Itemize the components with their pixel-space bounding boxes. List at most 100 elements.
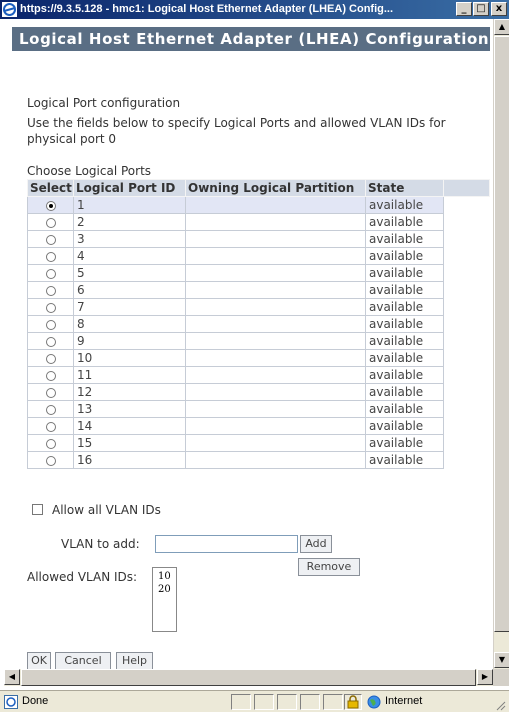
logical-port-id-cell: 8 <box>73 315 186 333</box>
vertical-scroll-thumb[interactable] <box>494 36 509 632</box>
resize-grip-icon[interactable] <box>494 699 506 711</box>
add-button[interactable]: Add <box>300 535 332 553</box>
table-row[interactable]: 7 available <box>27 298 490 316</box>
logical-port-id-cell: 2 <box>73 213 186 231</box>
owning-partition-cell <box>185 451 366 469</box>
select-radio[interactable] <box>45 421 56 432</box>
column-header-select: Select <box>27 179 74 197</box>
select-radio[interactable] <box>45 285 56 296</box>
table-row[interactable]: 13 available <box>27 400 490 418</box>
select-radio[interactable] <box>45 268 56 279</box>
owning-partition-cell <box>185 383 366 401</box>
select-radio[interactable] <box>45 404 56 415</box>
column-header-owning-partition: Owning Logical Partition <box>185 179 366 197</box>
table-row[interactable]: 11 available <box>27 366 490 384</box>
scroll-down-icon[interactable]: ▼ <box>494 652 509 668</box>
owning-partition-cell <box>185 315 366 333</box>
status-pane <box>300 694 320 710</box>
logical-port-id-cell: 5 <box>73 264 186 282</box>
remove-button[interactable]: Remove <box>298 558 360 576</box>
state-cell: available <box>365 213 444 231</box>
horizontal-scroll-thumb[interactable] <box>21 669 476 686</box>
owning-partition-cell <box>185 264 366 282</box>
state-cell: available <box>365 417 444 435</box>
select-radio[interactable] <box>45 387 56 398</box>
owning-partition-cell <box>185 417 366 435</box>
select-cell <box>27 230 74 248</box>
table-row[interactable]: 14 available <box>27 417 490 435</box>
vertical-scrollbar[interactable]: ▲ ▼ <box>493 19 509 669</box>
scroll-up-icon[interactable]: ▲ <box>494 19 509 35</box>
vlan-to-add-label: VLAN to add: <box>61 537 140 551</box>
scroll-right-icon[interactable]: ▶ <box>477 669 493 685</box>
state-cell: available <box>365 383 444 401</box>
state-cell: available <box>365 434 444 452</box>
owning-partition-cell <box>185 366 366 384</box>
close-button[interactable]: x <box>491 2 507 16</box>
select-radio[interactable] <box>45 353 56 364</box>
status-bar: Done Internet <box>0 690 509 712</box>
cancel-button[interactable]: Cancel <box>55 652 111 670</box>
logical-port-id-cell: 15 <box>73 434 186 452</box>
filler-cell <box>443 451 490 469</box>
help-button[interactable]: Help <box>116 652 153 670</box>
table-row[interactable]: 2 available <box>27 213 490 231</box>
filler-cell <box>443 332 490 350</box>
select-radio[interactable] <box>45 200 56 211</box>
select-radio[interactable] <box>45 455 56 466</box>
select-radio[interactable] <box>45 302 56 313</box>
owning-partition-cell <box>185 281 366 299</box>
table-row[interactable]: 9 available <box>27 332 490 350</box>
owning-partition-cell <box>185 230 366 248</box>
table-row[interactable]: 3 available <box>27 230 490 248</box>
select-radio[interactable] <box>45 438 56 449</box>
select-cell <box>27 332 74 350</box>
allow-all-vlan-checkbox[interactable] <box>32 504 43 515</box>
select-radio[interactable] <box>45 251 56 262</box>
state-cell: available <box>365 315 444 333</box>
filler-cell <box>443 434 490 452</box>
select-cell <box>27 434 74 452</box>
select-radio[interactable] <box>45 234 56 245</box>
filler-cell <box>443 383 490 401</box>
logical-port-id-cell: 13 <box>73 400 186 418</box>
filler-cell <box>443 264 490 282</box>
filler-cell <box>443 400 490 418</box>
filler-cell <box>443 281 490 299</box>
logical-port-id-cell: 14 <box>73 417 186 435</box>
table-row[interactable]: 5 available <box>27 264 490 282</box>
select-cell <box>27 349 74 367</box>
allowed-vlan-ids-list[interactable]: 10 20 <box>152 567 177 632</box>
scroll-left-icon[interactable]: ◀ <box>4 669 20 685</box>
horizontal-scrollbar[interactable]: ◀ ▶ <box>4 669 493 686</box>
select-radio[interactable] <box>45 336 56 347</box>
filler-cell <box>443 366 490 384</box>
table-row[interactable]: 1 available <box>27 196 490 214</box>
select-radio[interactable] <box>45 370 56 381</box>
table-row[interactable]: 8 available <box>27 315 490 333</box>
maximize-button[interactable]: □ <box>473 2 489 16</box>
select-radio[interactable] <box>45 319 56 330</box>
minimize-button[interactable]: _ <box>456 2 472 16</box>
allowed-vlan-item[interactable]: 10 <box>158 570 176 583</box>
vlan-to-add-input[interactable] <box>155 535 298 553</box>
allow-all-vlan-label: Allow all VLAN IDs <box>52 503 161 517</box>
table-row[interactable]: 16 available <box>27 451 490 469</box>
logical-port-id-cell: 16 <box>73 451 186 469</box>
filler-cell <box>443 315 490 333</box>
select-cell <box>27 298 74 316</box>
table-row[interactable]: 10 available <box>27 349 490 367</box>
logical-port-id-cell: 12 <box>73 383 186 401</box>
table-row[interactable]: 4 available <box>27 247 490 265</box>
column-header-state: State <box>365 179 444 197</box>
table-row[interactable]: 6 available <box>27 281 490 299</box>
page-title: Logical Host Ethernet Adapter (LHEA) Con… <box>12 27 490 51</box>
allowed-vlan-item[interactable]: 20 <box>158 583 176 596</box>
ok-button[interactable]: OK <box>27 652 51 670</box>
table-row[interactable]: 12 available <box>27 383 490 401</box>
state-cell: available <box>365 281 444 299</box>
owning-partition-cell <box>185 298 366 316</box>
state-cell: available <box>365 196 444 214</box>
table-row[interactable]: 15 available <box>27 434 490 452</box>
select-radio[interactable] <box>45 217 56 228</box>
